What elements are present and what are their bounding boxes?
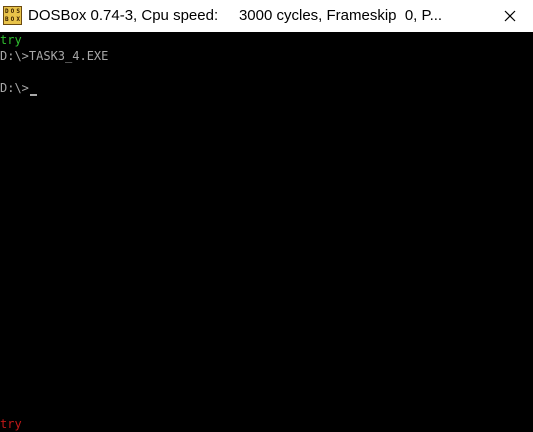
window-title: DOSBox 0.74-3, Cpu speed: 3000 cycles, F… bbox=[28, 7, 443, 24]
console-line-command: D:\>TASK3_4.EXE bbox=[0, 49, 109, 63]
close-icon bbox=[504, 10, 516, 22]
dosbox-window: D O S B O X DOSBox 0.74-3, Cpu speed: 30… bbox=[0, 0, 533, 432]
icon-letter: X bbox=[16, 16, 20, 23]
text-cursor bbox=[29, 94, 37, 96]
console-prompt-line[interactable]: D:\> bbox=[0, 80, 37, 96]
icon-letter: S bbox=[16, 8, 20, 15]
console-line-try: try bbox=[0, 33, 22, 47]
title-bar[interactable]: D O S B O X DOSBox 0.74-3, Cpu speed: 30… bbox=[0, 0, 533, 32]
dos-console[interactable]: try D:\>TASK3_4.EXE D:\> try bbox=[0, 32, 533, 432]
close-button[interactable] bbox=[487, 0, 533, 32]
console-prompt: D:\> bbox=[0, 81, 29, 95]
dosbox-icon[interactable]: D O S B O X bbox=[3, 6, 22, 25]
console-bottom-line: try bbox=[0, 417, 22, 431]
